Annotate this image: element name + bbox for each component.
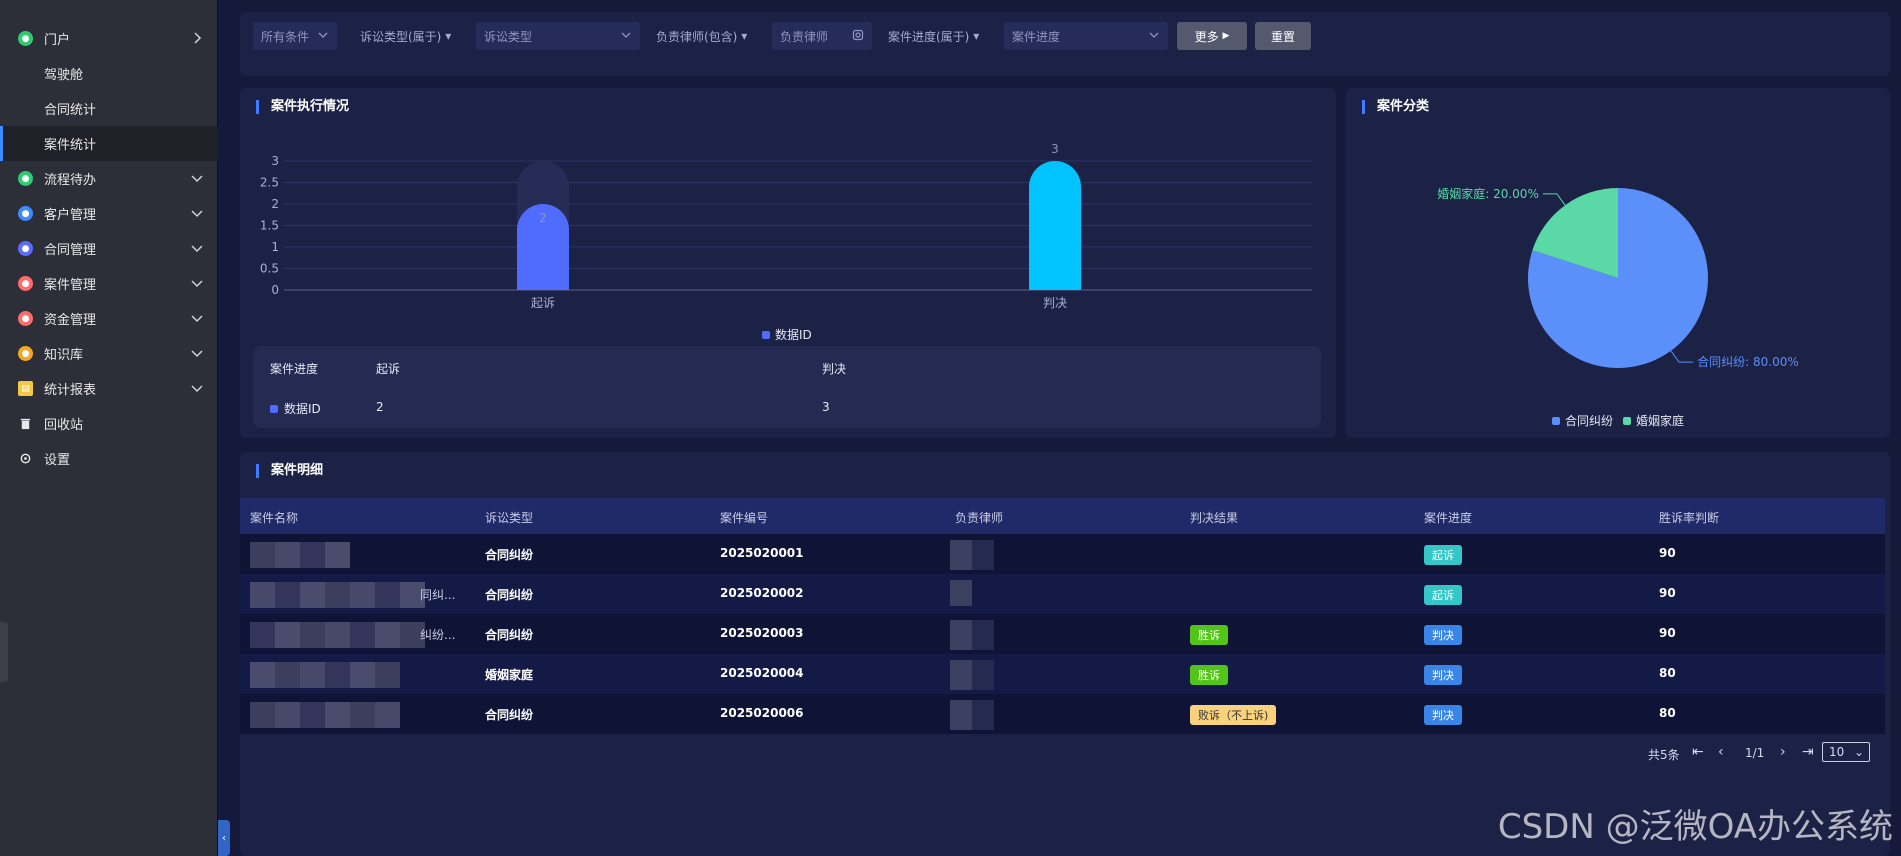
side-handle[interactable] — [0, 622, 8, 682]
redacted-name — [350, 702, 375, 728]
case-number: 2025020006 — [720, 706, 804, 720]
next-page-icon[interactable]: › — [1780, 744, 1786, 760]
progress-tag: 起诉 — [1424, 545, 1462, 565]
column-header[interactable]: 判决结果 — [1190, 509, 1238, 526]
redacted-name — [350, 582, 375, 608]
first-page-icon[interactable]: ⇤ — [1692, 744, 1704, 760]
litigation-type: 合同纠纷 — [485, 588, 534, 602]
case-number: 2025020001 — [720, 546, 804, 560]
collapse-sidebar-button[interactable]: ‹ — [218, 820, 230, 856]
win-rate: 90 — [1659, 546, 1676, 560]
redacted-name — [250, 582, 275, 608]
redacted-name — [275, 582, 300, 608]
label-line — [1542, 193, 1566, 206]
redacted-lawyer — [950, 580, 972, 606]
gear-icon — [18, 451, 33, 466]
redacted-name — [325, 702, 350, 728]
last-page-icon[interactable]: ⇥ — [1802, 744, 1814, 760]
page-size-value: 10 — [1829, 745, 1845, 759]
redacted-name — [375, 662, 400, 688]
redacted-name — [375, 622, 400, 648]
win-rate: 90 — [1659, 586, 1676, 600]
redacted-name — [325, 582, 350, 608]
redacted-name — [300, 622, 325, 648]
redacted-lawyer — [950, 620, 972, 650]
panel-title: 案件明细 — [256, 464, 323, 478]
redacted-lawyer — [972, 620, 994, 650]
column-header[interactable]: 案件进度 — [1424, 509, 1472, 526]
progress-tag: 起诉 — [1424, 585, 1462, 605]
redacted-name — [300, 582, 325, 608]
case-number: 2025020002 — [720, 586, 804, 600]
pie-legend: 合同纠纷 婚姻家庭 — [1552, 412, 1684, 429]
chevron-down-icon: ⌄ — [1853, 745, 1864, 759]
redacted-name — [250, 622, 275, 648]
redacted-name — [350, 622, 375, 648]
litigation-type: 合同纠纷 — [485, 708, 534, 722]
redacted-name — [250, 702, 275, 728]
pie-chart-svg: 合同纠纷: 80.00% 婚姻家庭: 20.00% — [1437, 186, 1799, 369]
win-rate: 80 — [1659, 666, 1676, 680]
redacted-name — [275, 662, 300, 688]
case-number: 2025020004 — [720, 666, 804, 680]
slice-label: 合同纠纷: 80.00% — [1697, 354, 1799, 369]
redacted-lawyer — [972, 540, 994, 570]
legend-label: 婚姻家庭 — [1636, 414, 1685, 428]
redacted-name — [350, 662, 375, 688]
pager-page: 1/1 — [1745, 746, 1765, 760]
redacted-lawyer — [972, 700, 994, 730]
result-tag: 胜诉 — [1190, 665, 1228, 685]
redacted-name — [275, 702, 300, 728]
redacted-name — [300, 662, 325, 688]
redacted-name — [250, 662, 275, 688]
redacted-name — [325, 542, 350, 568]
column-header[interactable]: 胜诉率判断 — [1659, 509, 1719, 526]
legend-label: 合同纠纷 — [1565, 414, 1614, 428]
win-rate: 90 — [1659, 626, 1676, 640]
legend-swatch — [1552, 416, 1560, 425]
redacted-name — [300, 702, 325, 728]
sidebar-item-settings[interactable]: 设置 — [0, 441, 218, 476]
case-number: 2025020003 — [720, 626, 804, 640]
redacted-lawyer — [972, 660, 994, 690]
progress-tag: 判决 — [1424, 705, 1462, 725]
redacted-name — [325, 622, 350, 648]
progress-tag: 判决 — [1424, 665, 1462, 685]
page-size-select[interactable]: 10 ⌄ — [1822, 742, 1870, 762]
redacted-name — [375, 582, 400, 608]
litigation-type: 合同纠纷 — [485, 628, 534, 642]
redacted-name — [325, 662, 350, 688]
case-name: 纠纷... — [420, 628, 456, 642]
result-tag: 胜诉 — [1190, 625, 1228, 645]
win-rate: 80 — [1659, 706, 1676, 720]
redacted-name — [275, 542, 300, 568]
redacted-name — [300, 542, 325, 568]
column-header[interactable]: 案件名称 — [250, 509, 298, 526]
chevron-left-icon: ‹ — [222, 832, 226, 844]
slice-label: 婚姻家庭: 20.00% — [1437, 186, 1539, 201]
case-name: 同纠... — [420, 588, 456, 602]
label-line — [1670, 350, 1694, 363]
pager-total: 共5条 — [1648, 748, 1680, 762]
legend-swatch — [1623, 416, 1632, 425]
sidebar-item-label: 设置 — [44, 453, 71, 468]
litigation-type: 婚姻家庭 — [485, 668, 534, 682]
progress-tag: 判决 — [1424, 625, 1462, 645]
prev-page-icon[interactable]: ‹ — [1718, 744, 1724, 760]
watermark: CSDN @泛微OA办公系统 — [1497, 807, 1893, 847]
redacted-name — [375, 702, 400, 728]
column-header[interactable]: 案件编号 — [720, 509, 768, 526]
column-header[interactable]: 诉讼类型 — [485, 509, 533, 526]
redacted-name — [250, 542, 275, 568]
column-header[interactable]: 负责律师 — [955, 509, 1003, 526]
redacted-lawyer — [950, 540, 972, 570]
litigation-type: 合同纠纷 — [485, 548, 534, 562]
redacted-name — [275, 622, 300, 648]
redacted-lawyer — [950, 660, 972, 690]
result-tag: 败诉（不上诉) — [1190, 705, 1277, 725]
redacted-lawyer — [950, 700, 972, 730]
